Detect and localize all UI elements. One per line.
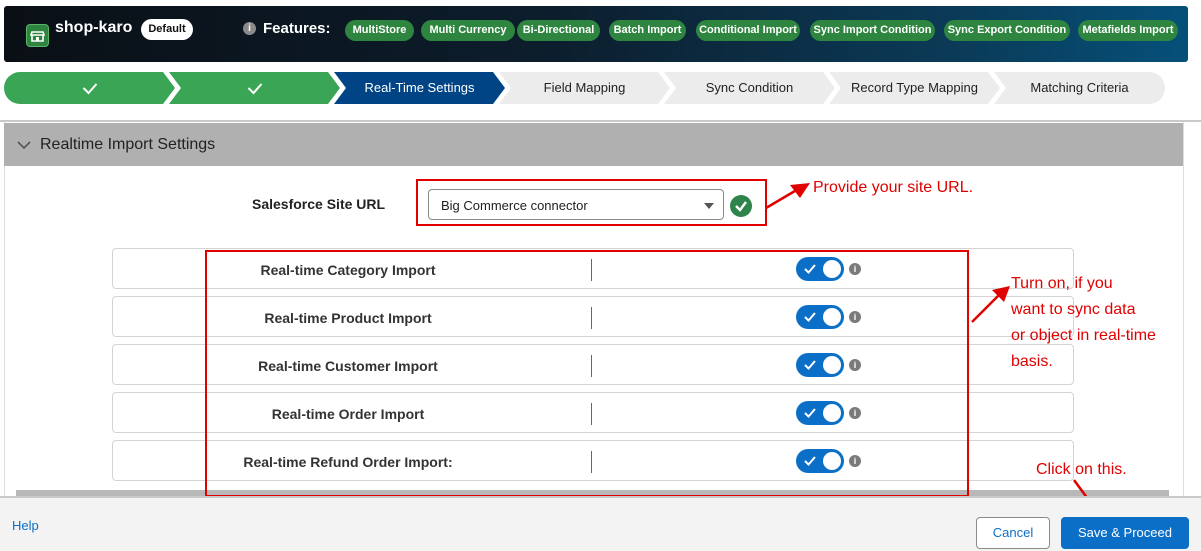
app-name: shop-karo — [55, 19, 133, 36]
annotation-line: Turn on, if you — [1011, 275, 1113, 292]
feature-pill: Sync Export Condition — [944, 20, 1070, 41]
annotation-line: basis. — [1011, 353, 1053, 370]
section-title: Realtime Import Settings — [40, 136, 216, 153]
step-6[interactable]: Record Type Mapping — [829, 72, 1000, 104]
step-label: Field Mapping — [543, 80, 626, 95]
annotation-site-url: Provide your site URL. — [813, 179, 974, 196]
step-label: Record Type Mapping — [851, 80, 978, 95]
feature-pill: Metafields Import — [1078, 20, 1178, 41]
default-badge: Default — [141, 19, 193, 40]
store-icon — [26, 24, 49, 47]
step-3[interactable]: Real-Time Settings — [334, 72, 505, 104]
feature-pill: MultiStore — [345, 20, 414, 41]
help-link[interactable]: Help — [12, 518, 39, 533]
step-5[interactable]: Sync Condition — [664, 72, 835, 104]
step-label: Sync Condition — [705, 80, 794, 95]
app-root: shop-karo Default i Features: MultiStore… — [0, 0, 1201, 551]
step-label: Real-Time Settings — [364, 80, 475, 95]
feature-pill: Bi-Directional — [517, 20, 600, 41]
feature-pill: Conditional Import — [696, 20, 800, 41]
annotation-toggles: Turn on, if you want to sync data or objec… — [1011, 271, 1156, 375]
feature-pill: Sync Import Condition — [810, 20, 935, 41]
step-7[interactable]: Matching Criteria — [994, 72, 1165, 104]
features-label: Features: — [263, 20, 331, 37]
feature-pill: Batch Import — [609, 20, 686, 41]
chevron-down-icon[interactable] — [16, 137, 32, 153]
feature-pill: Multi Currency — [421, 20, 515, 41]
site-url-label: Salesforce Site URL — [252, 196, 386, 212]
annotation-arrow-icon — [765, 183, 810, 210]
features-info-icon[interactable]: i — [243, 22, 256, 35]
step-2[interactable] — [169, 72, 340, 104]
annotation-line: want to sync data — [1011, 301, 1136, 318]
annotation-arrow-icon — [971, 286, 1010, 323]
cancel-button[interactable]: Cancel — [976, 517, 1050, 549]
step-4[interactable]: Field Mapping — [499, 72, 670, 104]
annotation-box-toggles — [205, 250, 969, 497]
step-label: Matching Criteria — [1030, 80, 1129, 95]
annotation-line: or object in real-time — [1011, 327, 1156, 344]
step-1[interactable] — [4, 72, 175, 104]
annotation-box-site-url — [416, 179, 767, 226]
save-proceed-button[interactable]: Save & Proceed — [1061, 517, 1189, 549]
